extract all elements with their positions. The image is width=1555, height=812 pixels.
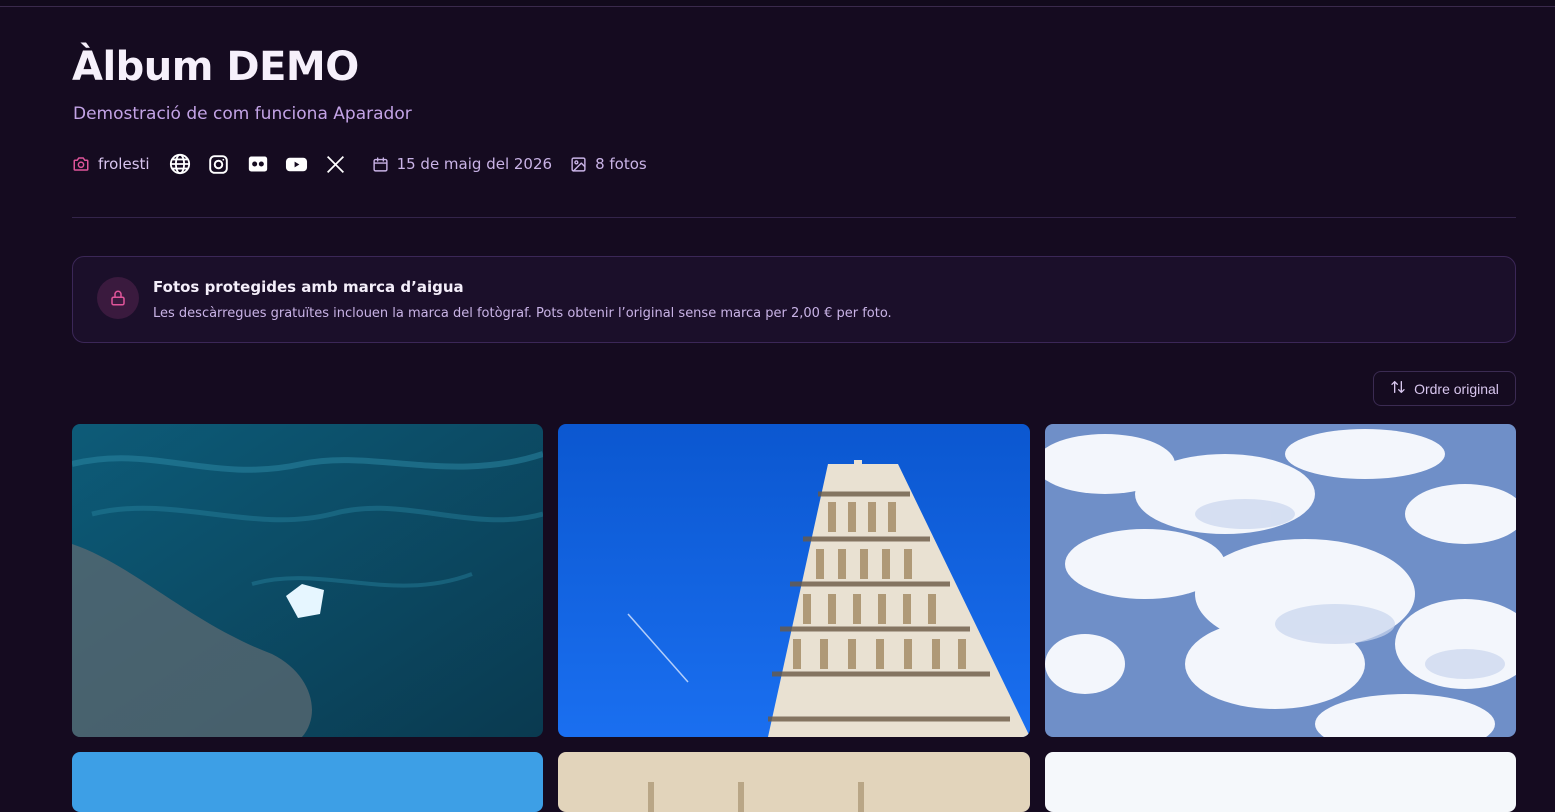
globe-icon[interactable] <box>168 152 192 176</box>
album-title: Àlbum DEMO <box>72 44 359 90</box>
photo-cathedral[interactable] <box>558 752 1030 812</box>
album-meta: frolesti 15 de maig del 2026 8 fotos <box>72 152 647 176</box>
photo-clouds[interactable] <box>1045 424 1516 737</box>
calendar-icon <box>372 156 389 173</box>
youtube-icon[interactable] <box>285 152 309 176</box>
photo-bright[interactable] <box>1045 752 1516 812</box>
sort-label: Ordre original <box>1414 380 1499 397</box>
author-name: frolesti <box>98 155 150 173</box>
x-icon[interactable] <box>324 152 348 176</box>
notice-text: Les descàrregues gratuïtes inclouen la m… <box>153 306 892 321</box>
date-text: 15 de maig del 2026 <box>396 155 553 173</box>
photo-count-text: 8 fotos <box>595 155 647 173</box>
album-date: 15 de maig del 2026 <box>372 155 553 173</box>
camera-icon <box>72 155 90 173</box>
divider <box>72 217 1516 218</box>
watermark-notice: Fotos protegides amb marca d’aigua Les d… <box>72 256 1516 343</box>
sort-button[interactable]: Ordre original <box>1373 371 1516 406</box>
social-links <box>168 152 363 176</box>
photo-water[interactable] <box>72 424 543 737</box>
photo-sky[interactable] <box>72 752 543 812</box>
flickr-icon[interactable] <box>246 152 270 176</box>
notice-title: Fotos protegides amb marca d’aigua <box>153 278 464 296</box>
instagram-icon[interactable] <box>207 152 231 176</box>
photo-count: 8 fotos <box>570 155 647 173</box>
photo-pisa-tower[interactable] <box>558 424 1030 737</box>
author-link[interactable]: frolesti <box>72 155 150 173</box>
top-bar <box>0 0 1555 7</box>
lock-icon <box>97 277 139 319</box>
album-subtitle: Demostració de com funciona Aparador <box>73 104 412 124</box>
image-icon <box>570 156 587 173</box>
sort-arrows-icon <box>1390 379 1406 398</box>
